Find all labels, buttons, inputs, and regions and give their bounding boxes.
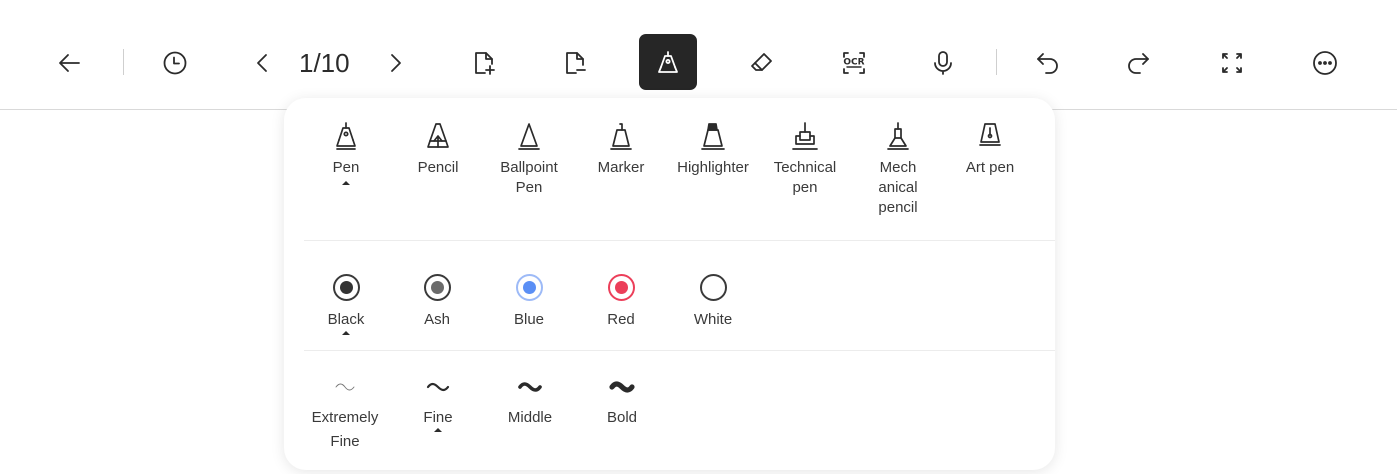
history-button[interactable] [153,38,197,88]
redo-button[interactable] [1116,38,1160,88]
toolbar-divider [996,49,997,75]
color-option-blue[interactable]: Blue [494,274,564,328]
stroke-width-label: Extremely Fine [311,409,379,450]
remove-page-icon [566,52,586,74]
undo-icon [1037,53,1058,74]
mechanical-pencil-icon [887,122,909,150]
pen-icon [658,51,678,73]
svg-text:OCR: OCR [843,58,864,68]
add-page-button[interactable] [462,38,506,88]
voice-record-button[interactable] [921,38,965,88]
color-label: Red [607,311,635,328]
chevron-right-icon [391,54,401,72]
section-divider [304,240,1055,241]
pen-type-mechanical-pencil[interactable]: Mech anical pencil [853,120,943,218]
ocr-icon: OCR [843,52,865,74]
stroke-width-extremely-fine[interactable]: Extremely Fine [302,378,388,454]
microphone-icon [934,51,952,75]
pen-settings-panel: Pen Pencil Ballpoint Pen Marker Highligh… [284,98,1055,470]
marker-icon [610,123,632,150]
stroke-width-fine[interactable]: Fine [395,378,481,432]
color-swatch [423,274,451,301]
pen-type-label: Art pen [965,159,1015,176]
color-option-ash[interactable]: Ash [402,274,472,328]
color-option-black[interactable]: Black [311,274,381,335]
pen-tool-button[interactable] [639,34,697,90]
redo-icon [1128,53,1149,74]
pen-type-pencil[interactable]: Pencil [393,120,483,178]
pen-type-label: Marker [597,159,645,176]
pen-type-marker[interactable]: Marker [576,120,666,178]
stroke-bold-icon [609,381,635,393]
color-swatch [607,274,635,301]
pen-type-label: Highlighter [677,159,749,176]
back-button[interactable] [48,38,92,88]
stroke-width-bold[interactable]: Bold [579,378,665,430]
ballpoint-pen-icon [518,123,540,150]
selected-indicator [434,428,442,432]
previous-page-button[interactable] [241,38,285,88]
color-option-white[interactable]: White [678,274,748,328]
pen-type-label: Pencil [417,159,459,176]
ocr-button[interactable]: OCR [832,38,876,88]
next-page-button[interactable] [373,38,417,88]
highlighter-icon [701,123,725,150]
pen-type-label: Pen [332,159,360,176]
color-option-red[interactable]: Red [586,274,656,328]
technical-pen-icon [792,122,818,150]
stroke-extremely-fine-icon [335,383,355,391]
stroke-width-middle[interactable]: Middle [487,378,573,430]
clock-icon [163,51,187,75]
eraser-button[interactable] [739,38,783,88]
pen-type-pen[interactable]: Pen [301,120,391,185]
page-indicator: 1/10 [299,48,350,78]
color-label: Black [327,311,365,328]
pen-type-ballpoint-pen[interactable]: Ballpoint Pen [484,120,574,198]
pen-type-label: Mech anical pencil [878,159,918,216]
pen-type-label: Ballpoint Pen [500,159,558,196]
selected-indicator [342,181,350,185]
pen-type-highlighter[interactable]: Highlighter [668,120,758,178]
undo-button[interactable] [1026,38,1070,88]
pen-type-label: Technical pen [773,159,837,196]
remove-page-button[interactable] [553,38,597,88]
stroke-width-label: Fine [423,409,453,426]
pen-icon [336,122,356,150]
color-swatch [699,274,727,301]
pen-type-technical-pen[interactable]: Technical pen [760,120,850,198]
color-swatch [515,274,543,301]
toolbar-divider [123,49,124,75]
stroke-middle-icon [518,382,542,392]
top-toolbar: 1/10 OCR [0,0,1397,110]
art-pen-icon [979,123,1001,146]
stroke-width-label: Middle [507,409,553,426]
stroke-width-label: Bold [606,409,638,426]
pencil-icon [427,123,449,148]
expand-icon [1222,53,1242,73]
chevron-left-icon [257,54,267,72]
color-swatch [332,274,360,301]
color-label: Blue [513,311,545,328]
section-divider [304,350,1055,351]
selected-indicator [342,331,350,335]
stroke-fine-icon [426,382,450,392]
more-icon [1313,51,1337,75]
more-options-button[interactable] [1303,38,1347,88]
fullscreen-button[interactable] [1210,38,1254,88]
eraser-icon [751,53,772,71]
add-page-icon [475,52,495,75]
pen-type-art-pen[interactable]: Art pen [945,120,1035,178]
color-label: Ash [424,311,450,328]
arrow-left-icon [59,54,80,72]
color-label: White [693,311,733,328]
